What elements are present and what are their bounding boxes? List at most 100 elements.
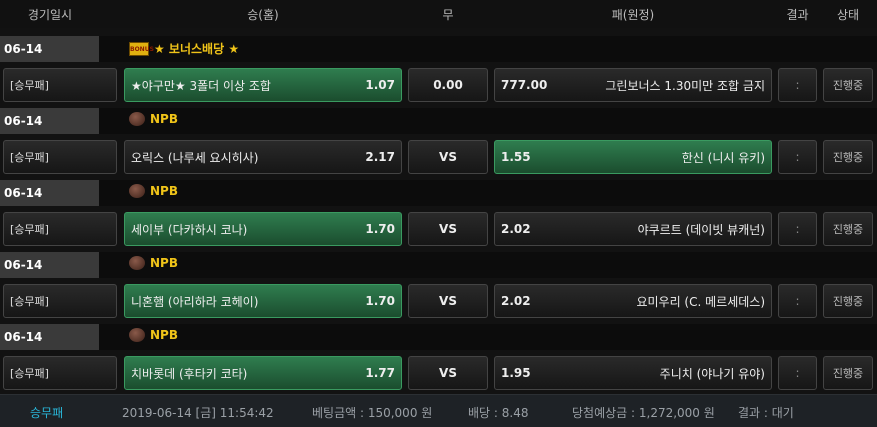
header-status: 상태 (836, 8, 860, 22)
home-odds-button[interactable]: 치바롯데 (후타키 코타) 1.77 (124, 356, 402, 390)
table-header: 경기일시 승(홈) 무 패(원정) 결과 상태 (0, 0, 877, 28)
status-cell: 진행중 (823, 68, 873, 102)
game-row: [승무패] 세이부 (다카하시 코나) 1.70 VS 2.02 야쿠르트 (데이빗 뷰캐… (0, 212, 877, 246)
away-team: 야쿠르트 (데이빗 뷰캐넌) (637, 222, 765, 237)
bet-datetime: 2019-06-14 [금] 11:54:42 (122, 406, 274, 420)
result-value: : (795, 222, 800, 236)
result-value: : (795, 150, 800, 164)
result-cell: : (778, 212, 817, 246)
bet-type: 승무패 (30, 406, 64, 420)
header-home: 승(홈) (247, 8, 279, 22)
bet-type-label: [승무패] (10, 151, 49, 164)
result-cell: : (778, 356, 817, 390)
game-date: 06-14 [금]18:00 (0, 180, 99, 226)
home-odds-button[interactable]: ★야구만★ 3폴더 이상 조합 1.07 (124, 68, 402, 102)
home-odds: 1.70 (365, 222, 395, 236)
result-value: : (795, 366, 800, 380)
status-value: 진행중 (832, 295, 864, 308)
away-team: 주니치 (야나기 유야) (659, 366, 765, 381)
status-cell: 진행중 (823, 356, 873, 390)
home-team: 치바롯데 (후타키 코타) (131, 366, 248, 381)
away-odds: 2.02 (501, 222, 531, 236)
draw-odds-button[interactable]: VS (408, 284, 488, 318)
league-name: NPB (150, 112, 178, 126)
home-team: ★야구만★ 3폴더 이상 조합 (131, 78, 271, 93)
league-name: NPB (150, 328, 178, 342)
result-value: : (795, 294, 800, 308)
game-date: 06-14 [금]18:00 (0, 324, 99, 370)
baseball-icon (129, 256, 145, 270)
status-value: 진행중 (832, 223, 864, 236)
league-label: NPB (129, 184, 178, 198)
game-date: 06-14 [금]18:00 (0, 108, 99, 154)
bet-result: 결과 : 대기 (738, 406, 794, 420)
bet-summary: 승무패 2019-06-14 [금] 11:54:42 베팅금액 : 150,0… (0, 394, 877, 427)
draw-value: VS (439, 150, 457, 164)
game-row: [승무패] ★야구만★ 3폴더 이상 조합 1.07 0.00 777.00 그린보너스 … (0, 68, 877, 102)
status-cell: 진행중 (823, 140, 873, 174)
league-name: NPB (150, 256, 178, 270)
home-odds: 1.77 (365, 366, 395, 380)
bet-type-label: [승무패] (10, 295, 49, 308)
league-label: BONUS ★ 보너스배당 ★ (129, 40, 239, 57)
status-value: 진행중 (832, 367, 864, 380)
bet-odds: 배당 : 8.48 (468, 406, 529, 420)
away-odds-button[interactable]: 2.02 야쿠르트 (데이빗 뷰캐넌) (494, 212, 772, 246)
home-team: 오릭스 (나루세 요시히사) (131, 150, 259, 165)
home-odds: 1.07 (365, 78, 395, 92)
game-date: 06-14 [금]18:30 (0, 36, 99, 82)
date-bar: 06-14 [금]18:00 NPB (0, 108, 877, 154)
status-value: 진행중 (832, 151, 864, 164)
header-result: 결과 (786, 8, 809, 22)
result-cell: : (778, 68, 817, 102)
league-name: ★ 보너스배당 ★ (154, 42, 240, 56)
header-date: 경기일시 (27, 8, 73, 22)
bet-type-cell: [승무패] (3, 284, 117, 318)
status-value: 진행중 (832, 79, 864, 92)
away-odds: 777.00 (501, 78, 548, 92)
away-odds-button[interactable]: 777.00 그린보너스 1.30미만 조합 금지 (494, 68, 772, 102)
date-bar: 06-14 [금]18:30 BONUS★ 보너스배당 ★ (0, 36, 877, 82)
draw-value: 0.00 (433, 78, 463, 92)
away-odds: 1.95 (501, 366, 531, 380)
home-team: 니혼햄 (아리하라 코헤이) (131, 294, 259, 309)
away-team: 요미우리 (C. 메르세데스) (636, 294, 765, 309)
league-name: NPB (150, 184, 178, 198)
header-away: 패(원정) (611, 8, 655, 22)
away-odds: 2.02 (501, 294, 531, 308)
league-label: NPB (129, 256, 178, 270)
bet-type-cell: [승무패] (3, 356, 117, 390)
league-label: NPB (129, 112, 178, 126)
away-team: 한신 (니시 유키) (681, 150, 765, 165)
game-date: 06-14 [금]18:00 (0, 252, 99, 298)
bet-amount: 베팅금액 : 150,000 원 (312, 406, 433, 420)
date-bar: 06-14 [금]18:00 NPB (0, 180, 877, 226)
home-odds-button[interactable]: 세이부 (다카하시 코나) 1.70 (124, 212, 402, 246)
home-odds-button[interactable]: 니혼햄 (아리하라 코헤이) 1.70 (124, 284, 402, 318)
result-cell: : (778, 140, 817, 174)
game-row: [승무패] 니혼햄 (아리하라 코헤이) 1.70 VS 2.02 요미우리 (C. 메르… (0, 284, 877, 318)
away-odds-button[interactable]: 2.02 요미우리 (C. 메르세데스) (494, 284, 772, 318)
draw-value: VS (439, 366, 457, 380)
league-label: NPB (129, 328, 178, 342)
draw-odds-button[interactable]: VS (408, 140, 488, 174)
away-team: 그린보너스 1.30미만 조합 금지 (605, 78, 765, 93)
bet-type-cell: [승무패] (3, 212, 117, 246)
away-odds: 1.55 (501, 150, 531, 164)
bet-type-label: [승무패] (10, 79, 49, 92)
away-odds-button[interactable]: 1.55 한신 (니시 유키) (494, 140, 772, 174)
home-odds-button[interactable]: 오릭스 (나루세 요시히사) 2.17 (124, 140, 402, 174)
home-odds: 2.17 (365, 150, 395, 164)
baseball-icon (129, 328, 145, 342)
date-bar: 06-14 [금]18:00 NPB (0, 252, 877, 298)
draw-odds-button[interactable]: 0.00 (408, 68, 488, 102)
status-cell: 진행중 (823, 212, 873, 246)
draw-odds-button[interactable]: VS (408, 356, 488, 390)
bet-type-cell: [승무패] (3, 140, 117, 174)
header-draw: 무 (442, 8, 454, 22)
draw-odds-button[interactable]: VS (408, 212, 488, 246)
expected-payout: 당첨예상금 : 1,272,000 원 (572, 406, 715, 420)
bet-type-label: [승무패] (10, 223, 49, 236)
result-value: : (795, 78, 800, 92)
away-odds-button[interactable]: 1.95 주니치 (야나기 유야) (494, 356, 772, 390)
